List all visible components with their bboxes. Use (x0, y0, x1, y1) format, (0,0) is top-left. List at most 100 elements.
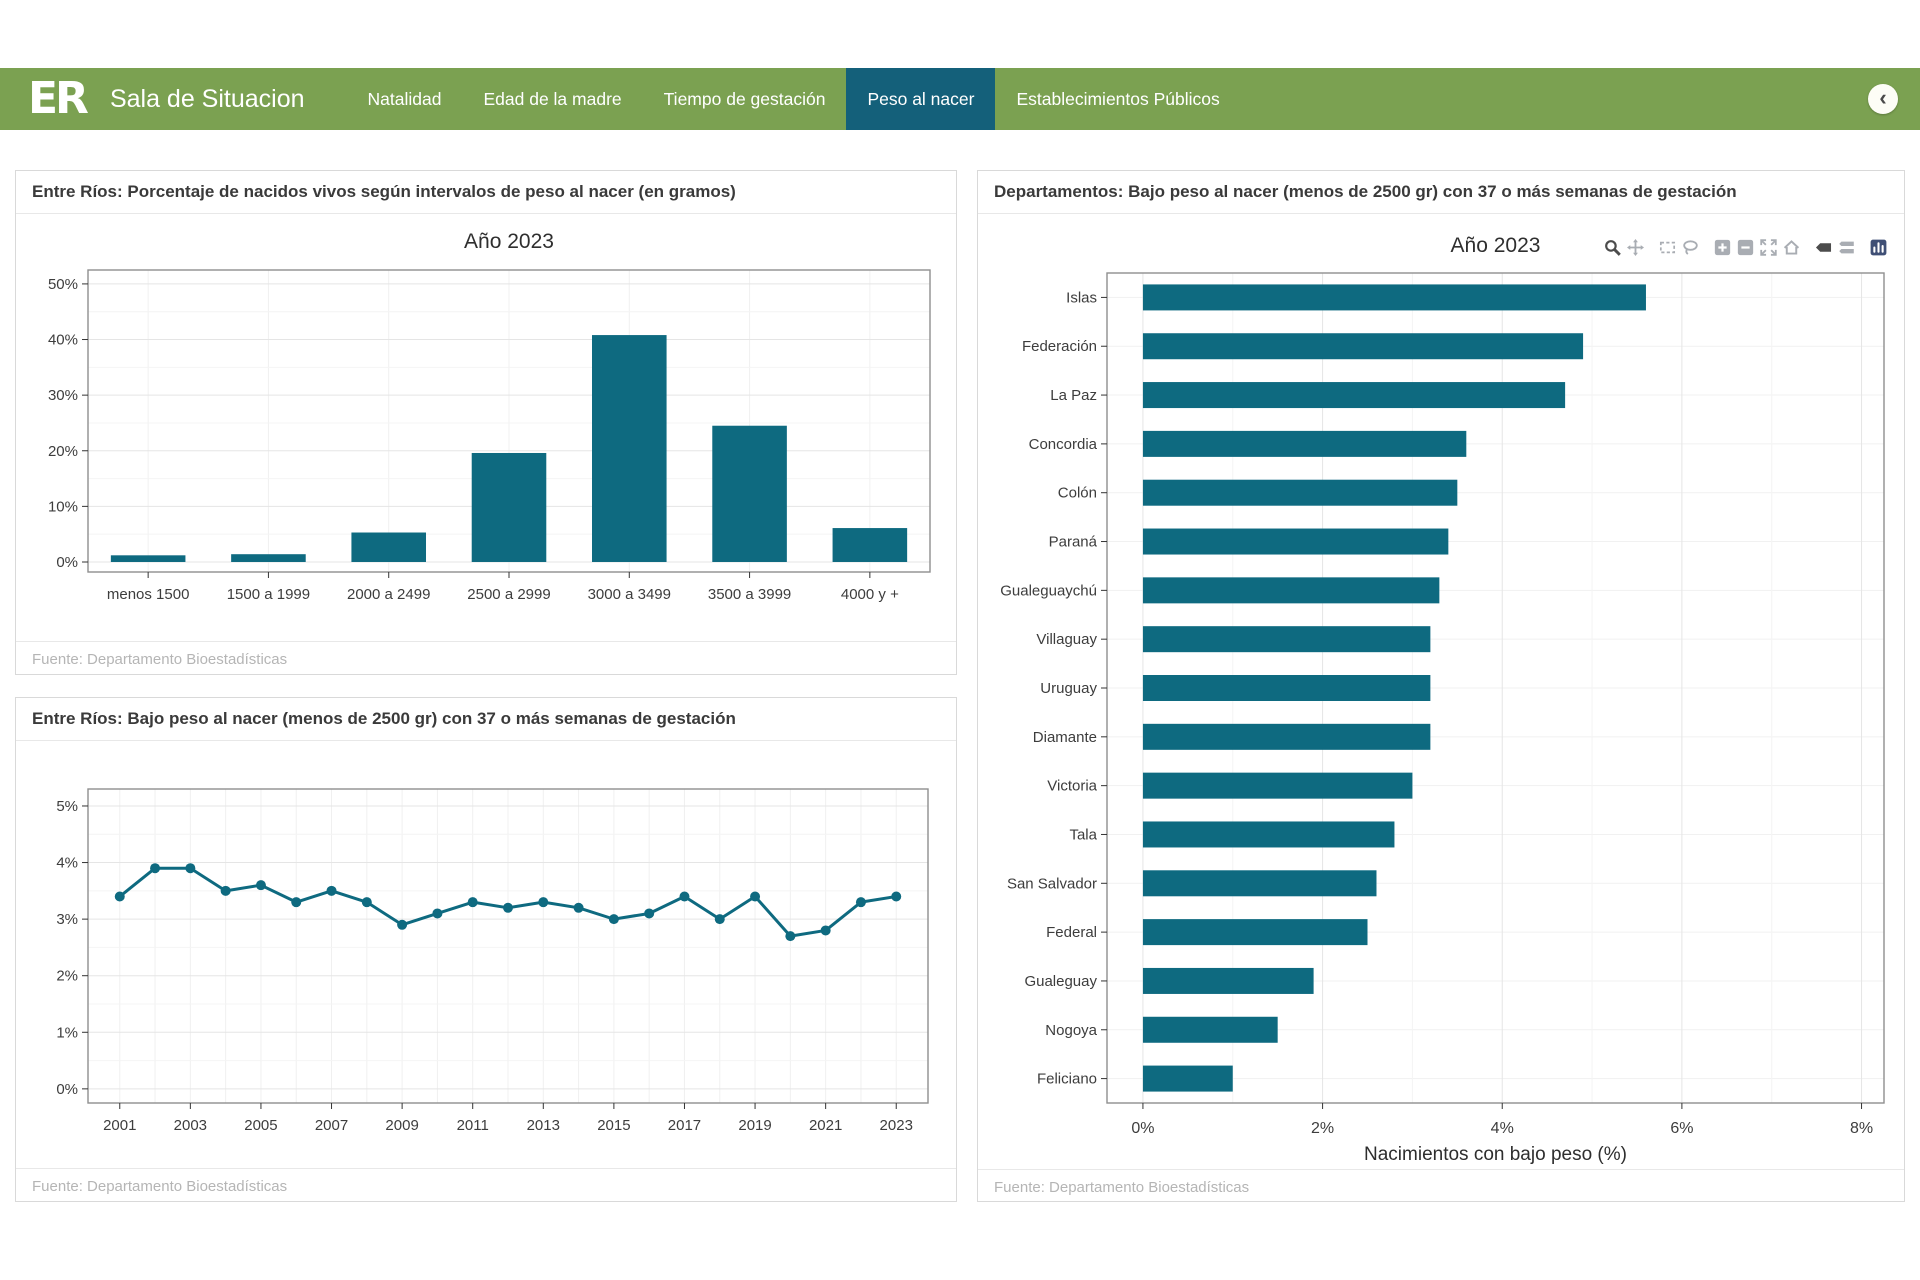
data-point (644, 908, 654, 918)
x-tick-label: 2013 (527, 1117, 560, 1134)
bar[interactable] (1143, 382, 1565, 408)
x-tick-label: 4000 y + (841, 586, 899, 603)
x-tick-label: 4% (1491, 1120, 1514, 1137)
bar[interactable] (1143, 626, 1430, 652)
nav-item-tiempo-de-gestacion[interactable]: Tiempo de gestación (643, 68, 847, 130)
bar[interactable] (1143, 431, 1466, 457)
bar[interactable] (1143, 333, 1583, 359)
y-tick-label: Gualeguaychú (1000, 582, 1097, 599)
source-caption: Fuente: Departamento Bioestadísticas (16, 1168, 956, 1204)
x-tick-label: 2007 (315, 1117, 348, 1134)
x-tick-label: 2017 (668, 1117, 701, 1134)
modebar-zoom-out-icon[interactable] (1734, 238, 1757, 257)
nav-item-peso-al-nacer[interactable]: Peso al nacer (846, 68, 995, 130)
bar[interactable] (1143, 284, 1646, 310)
y-tick-label: Colón (1058, 485, 1097, 502)
modebar-hover-closest-icon[interactable] (1812, 238, 1835, 257)
bar[interactable] (1143, 529, 1448, 555)
y-tick-label: 1% (56, 1024, 78, 1041)
data-point (150, 863, 160, 873)
data-point (679, 891, 689, 901)
x-tick-label: 2015 (597, 1117, 630, 1134)
modebar-zoom-in-icon[interactable] (1711, 238, 1734, 257)
x-tick-label: 2009 (385, 1117, 418, 1134)
main-nav: Natalidad Edad de la madre Tiempo de ges… (347, 68, 1241, 130)
y-tick-label: Nogoya (1045, 1022, 1097, 1039)
app-title: Sala de Situacion (110, 85, 305, 114)
app-header: ER Sala de Situacion Natalidad Edad de l… (0, 68, 1920, 130)
data-point (256, 880, 266, 890)
y-tick-label: 3% (56, 911, 78, 928)
data-point (468, 897, 478, 907)
bar[interactable] (1143, 1066, 1233, 1092)
weight-intervals-bar-chart: 0%10%20%30%40%50%menos 15001500 a 199920… (30, 216, 942, 636)
hover-compare-icon (1838, 239, 1855, 256)
nav-item-natalidad[interactable]: Natalidad (347, 68, 463, 130)
bar[interactable] (1143, 724, 1430, 750)
y-tick-label: 20% (48, 443, 78, 460)
data-point (609, 914, 619, 924)
bar (472, 453, 547, 562)
modebar-pan-icon[interactable] (1624, 238, 1647, 257)
x-tick-label: 3000 a 3499 (588, 586, 671, 603)
bar[interactable] (1143, 968, 1314, 994)
data-point (715, 914, 725, 924)
x-tick-label: 2019 (738, 1117, 771, 1134)
y-tick-label: 50% (48, 276, 78, 293)
bar[interactable] (1143, 1017, 1278, 1043)
nav-item-edad-de-la-madre[interactable]: Edad de la madre (462, 68, 642, 130)
data-point (291, 897, 301, 907)
modebar-zoom-icon[interactable] (1601, 238, 1624, 257)
bar[interactable] (1143, 480, 1457, 506)
data-point (221, 886, 231, 896)
modebar-group (1601, 238, 1647, 257)
nav-item-establecimientos-publicos[interactable]: Establecimientos Públicos (995, 68, 1240, 130)
panel-body-low-weight-trend: 0%1%2%3%4%5%2001200320052007200920112013… (16, 741, 956, 1168)
y-tick-label: Tala (1069, 826, 1097, 843)
modebar-hover-compare-icon[interactable] (1835, 238, 1858, 257)
x-tick-label: 2005 (244, 1117, 277, 1134)
dashboard: Entre Ríos: Porcentaje de nacidos vivos … (0, 130, 1920, 1202)
modebar-group (1711, 238, 1803, 257)
modebar-box-select-icon[interactable] (1656, 238, 1679, 257)
zoom-icon (1604, 239, 1621, 256)
modebar-lasso-icon[interactable] (1679, 238, 1702, 257)
modebar-group (1812, 238, 1858, 257)
collapse-button[interactable]: ‹ (1868, 84, 1898, 114)
bar (231, 554, 306, 562)
departments-hbar-chart[interactable]: IslasFederaciónLa PazConcordiaColónParan… (988, 216, 1894, 1164)
bar[interactable] (1143, 577, 1439, 603)
modebar-autoscale-icon[interactable] (1757, 238, 1780, 257)
bar[interactable] (1143, 919, 1368, 945)
y-tick-label: San Salvador (1007, 875, 1097, 892)
bar[interactable] (1143, 675, 1430, 701)
data-point (821, 925, 831, 935)
data-point (750, 891, 760, 901)
brand: ER Sala de Situacion (28, 68, 305, 130)
hover-closest-icon (1815, 239, 1832, 256)
y-tick-label: Concordia (1029, 436, 1098, 453)
modebar-plotly-logo-icon[interactable] (1867, 238, 1890, 257)
top-whitespace (0, 0, 1920, 68)
modebar-group (1656, 238, 1702, 257)
x-tick-label: 2500 a 2999 (467, 586, 550, 603)
modebar-reset-home-icon[interactable] (1780, 238, 1803, 257)
x-tick-label: 2023 (880, 1117, 913, 1134)
y-tick-label: 0% (56, 554, 78, 571)
low-weight-trend-line-chart: 0%1%2%3%4%5%2001200320052007200920112013… (30, 743, 942, 1163)
y-tick-label: 0% (56, 1081, 78, 1098)
er-logo: ER (28, 77, 86, 121)
bar[interactable] (1143, 870, 1377, 896)
bar[interactable] (1143, 821, 1395, 847)
y-tick-label: 10% (48, 498, 78, 515)
x-tick-label: 2021 (809, 1117, 842, 1134)
x-tick-label: 2011 (457, 1117, 489, 1134)
y-tick-label: Feliciano (1037, 1071, 1097, 1088)
data-point (362, 897, 372, 907)
y-tick-label: Federación (1022, 338, 1097, 355)
bar[interactable] (1143, 773, 1412, 799)
source-caption: Fuente: Departamento Bioestadísticas (978, 1169, 1904, 1205)
data-point (785, 931, 795, 941)
x-tick-label: 3500 a 3999 (708, 586, 791, 603)
x-tick-label: 2% (1311, 1120, 1334, 1137)
